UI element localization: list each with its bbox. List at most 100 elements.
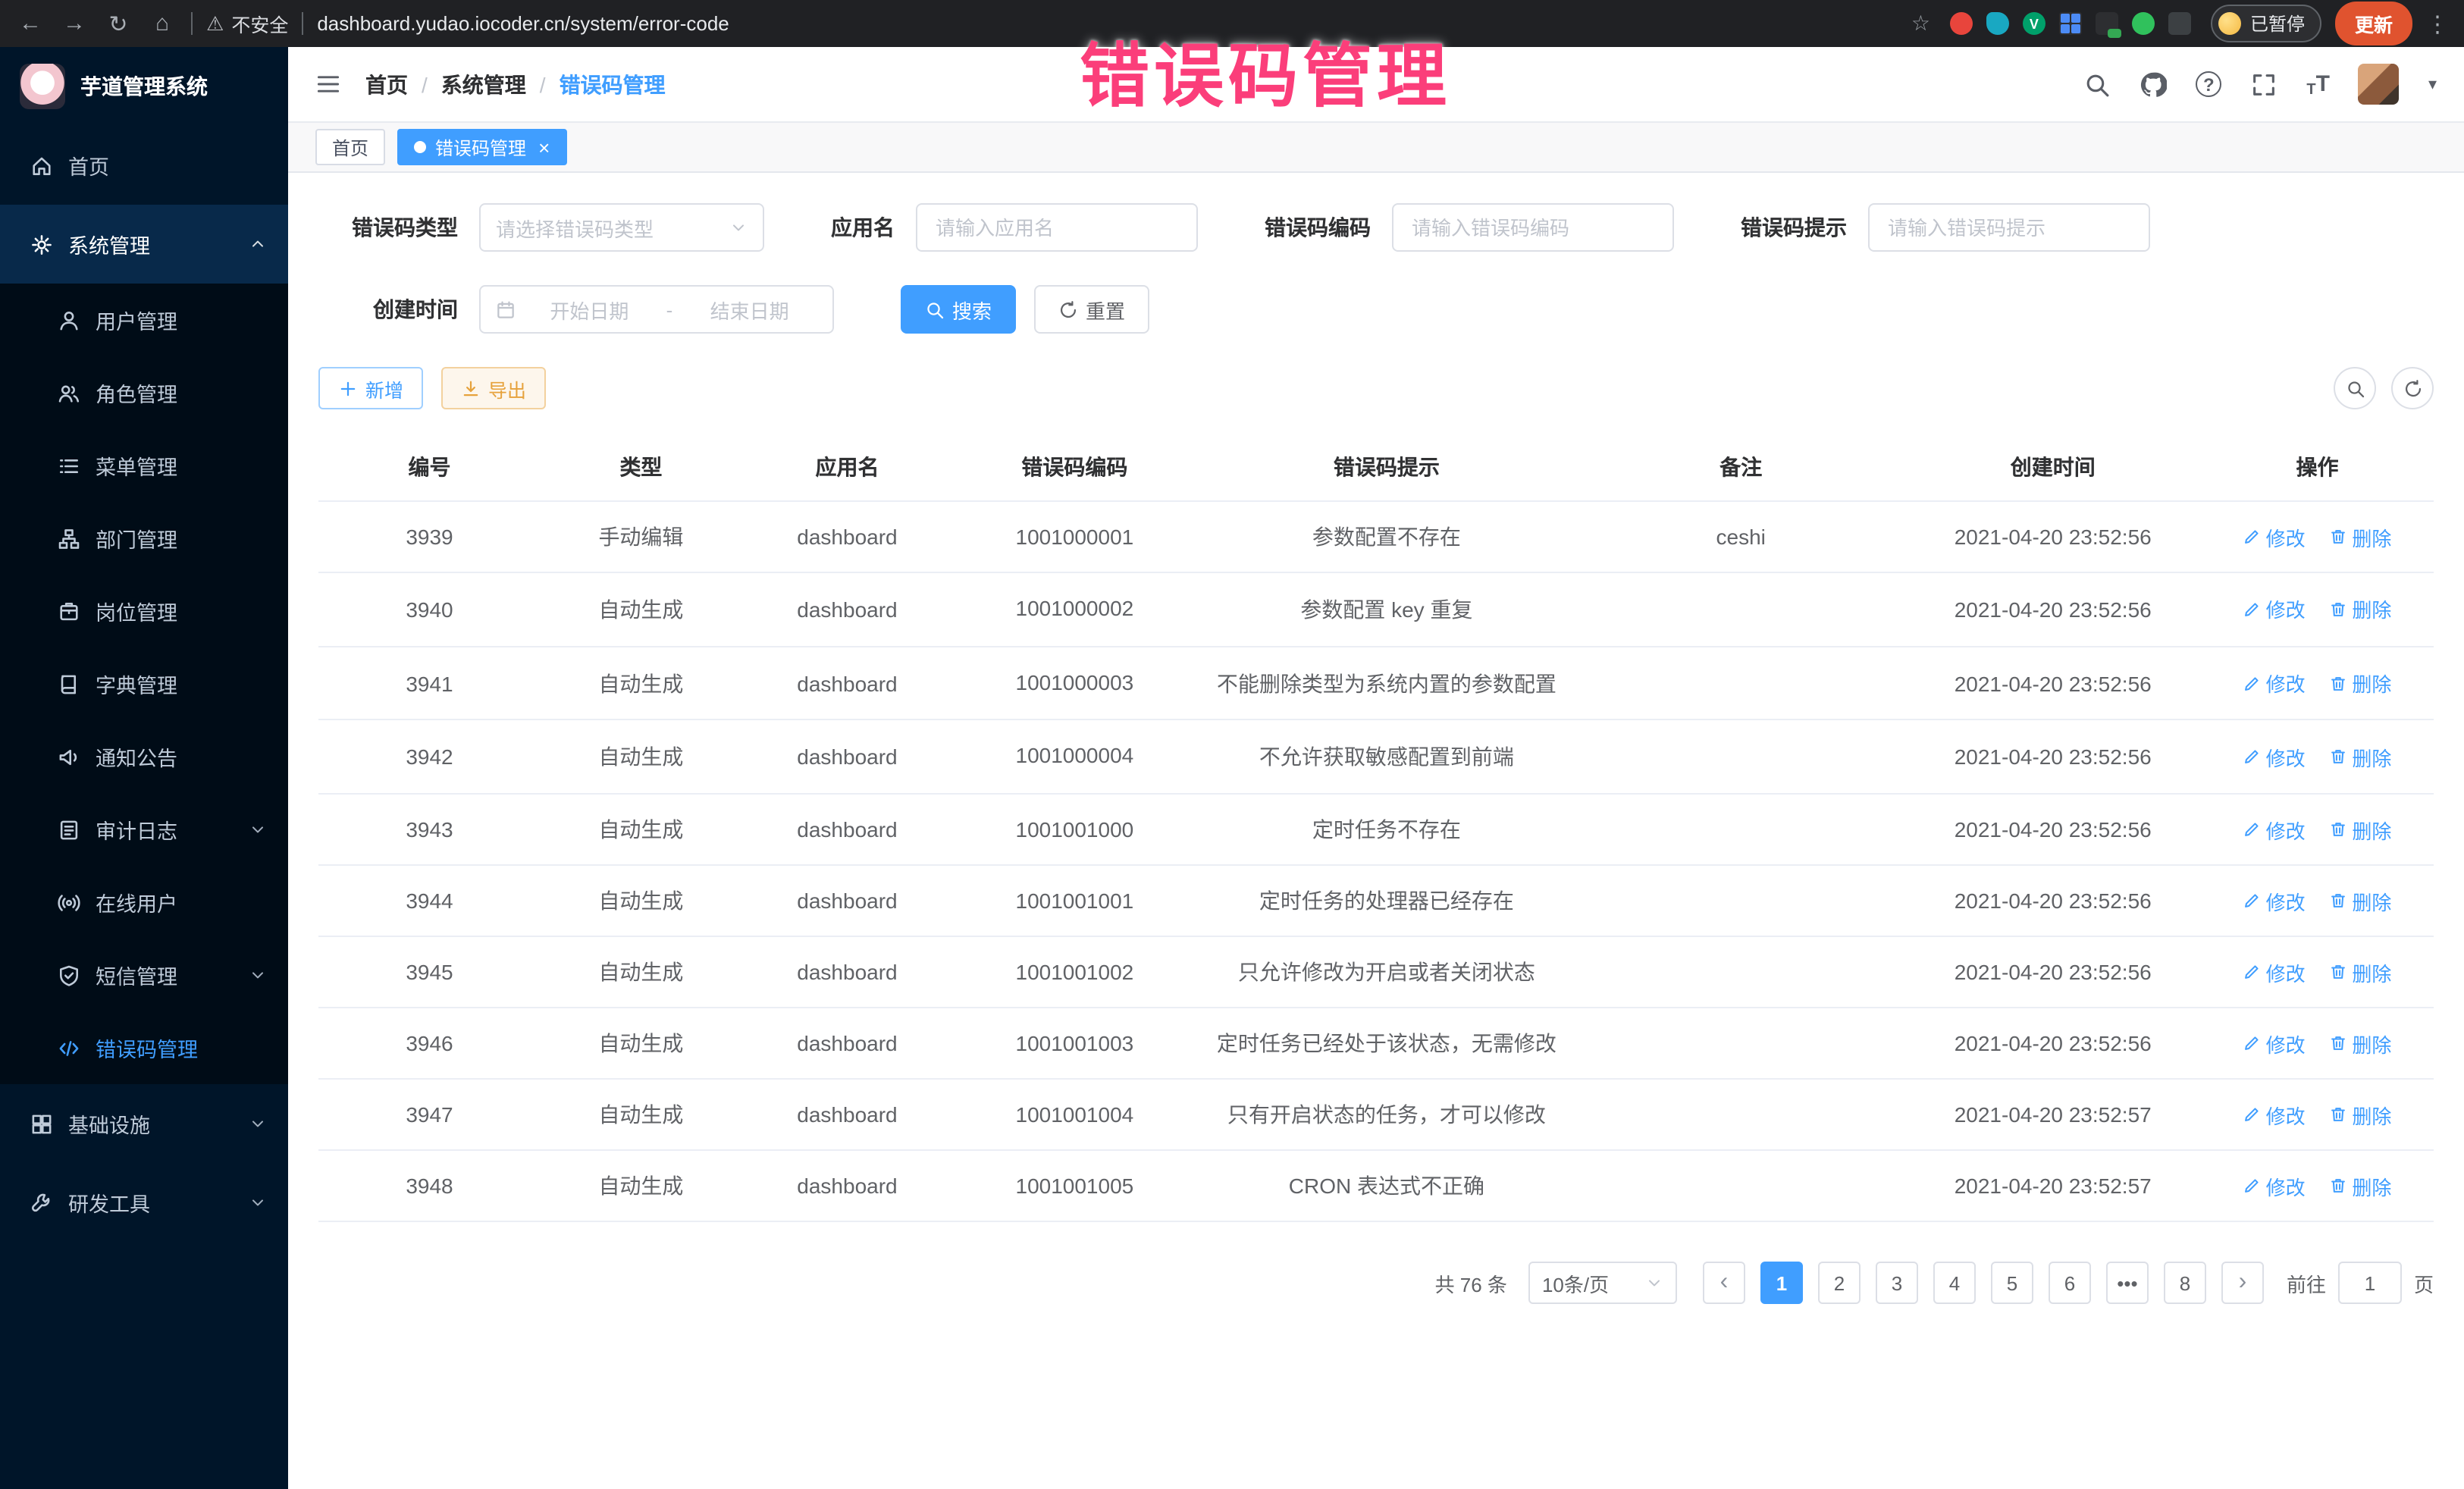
delete-link[interactable]: 删除 (2329, 815, 2391, 844)
search-button[interactable]: 搜索 (901, 285, 1016, 334)
edit-link[interactable]: 修改 (2243, 886, 2306, 915)
goto-page-input[interactable] (2338, 1262, 2402, 1304)
breadcrumb: 首页 / 系统管理 / 错误码管理 (365, 69, 666, 99)
page-button-3[interactable]: 3 (1876, 1262, 1918, 1304)
page-button-1[interactable]: 1 (1760, 1262, 1803, 1304)
logo[interactable]: 芋道管理系统 (0, 47, 288, 126)
delete-link[interactable]: 删除 (2329, 1029, 2391, 1058)
sidebar-item-dev-tools[interactable]: 研发工具 (0, 1163, 288, 1242)
delete-link[interactable]: 删除 (2329, 595, 2391, 624)
edit-link[interactable]: 修改 (2243, 958, 2306, 986)
refresh-icon[interactable]: ↻ (103, 10, 133, 37)
github-icon[interactable] (2140, 71, 2167, 98)
error-hint-input[interactable] (1868, 203, 2150, 252)
extension-icon-6[interactable] (2132, 12, 2155, 35)
sidebar-item-system[interactable]: 系统管理 (0, 205, 288, 284)
extension-icon-1[interactable] (1950, 12, 1973, 35)
sidebar-item-dict[interactable]: 字典管理 (0, 647, 288, 720)
browser-menu-icon[interactable]: ⋮ (2426, 10, 2449, 37)
address-bar[interactable]: dashboard.yudao.iocoder.cn/system/error-… (317, 12, 729, 35)
delete-link[interactable]: 删除 (2329, 522, 2391, 551)
main-area: 首页 / 系统管理 / 错误码管理 ? TT ▾ 首页 (288, 47, 2464, 1489)
chevron-down-icon[interactable]: ▾ (2428, 74, 2437, 94)
back-icon[interactable]: ← (15, 11, 45, 36)
delete-link[interactable]: 删除 (2329, 1100, 2391, 1129)
paused-badge[interactable]: 已暂停 (2211, 5, 2321, 42)
edit-link[interactable]: 修改 (2243, 1171, 2306, 1200)
add-button[interactable]: 新增 (318, 367, 423, 409)
reset-button[interactable]: 重置 (1034, 285, 1149, 334)
cell-app: dashboard (741, 865, 953, 936)
page-more-button[interactable]: ••• (2106, 1262, 2149, 1304)
delete-link[interactable]: 删除 (2329, 742, 2391, 771)
extension-icon-2[interactable] (1986, 12, 2009, 35)
cell-remark (1577, 572, 1904, 646)
sidebar-item-infra[interactable]: 基础设施 (0, 1084, 288, 1163)
edit-link[interactable]: 修改 (2243, 1100, 2306, 1129)
page-button-6[interactable]: 6 (2049, 1262, 2091, 1304)
sidebar-item-audit-log[interactable]: 审计日志 (0, 793, 288, 866)
page-button-8[interactable]: 8 (2164, 1262, 2206, 1304)
edit-link[interactable]: 修改 (2243, 815, 2306, 844)
delete-link[interactable]: 删除 (2329, 669, 2391, 697)
breadcrumb-home[interactable]: 首页 (365, 69, 408, 99)
extension-icon-7[interactable] (2168, 12, 2191, 35)
edit-link[interactable]: 修改 (2243, 742, 2306, 771)
delete-link[interactable]: 删除 (2329, 886, 2391, 915)
search-icon[interactable] (2083, 71, 2111, 98)
bookmark-star-icon[interactable]: ☆ (1911, 11, 1930, 36)
extension-icon-4[interactable] (2059, 12, 2082, 35)
home-icon[interactable]: ⌂ (147, 11, 177, 36)
font-size-icon[interactable]: TT (2306, 71, 2330, 98)
tab-error-code[interactable]: 错误码管理 × (397, 129, 566, 165)
prev-page-button[interactable]: ‹ (1703, 1262, 1745, 1304)
app-name-input[interactable] (916, 203, 1198, 252)
breadcrumb-system[interactable]: 系统管理 (441, 69, 526, 99)
collapse-sidebar-icon[interactable] (315, 71, 341, 97)
sidebar-item-sms[interactable]: 短信管理 (0, 939, 288, 1011)
forward-icon[interactable]: → (59, 11, 89, 36)
date-range-picker[interactable]: 开始日期 - 结束日期 (479, 285, 834, 334)
page-button-5[interactable]: 5 (1991, 1262, 2033, 1304)
sidebar-item-online-user[interactable]: 在线用户 (0, 866, 288, 939)
sidebar-item-user[interactable]: 用户管理 (0, 284, 288, 356)
refresh-icon (2403, 378, 2422, 398)
error-type-select[interactable]: 请选择错误码类型 (479, 203, 764, 252)
edit-link[interactable]: 修改 (2243, 669, 2306, 697)
user-avatar[interactable] (2359, 64, 2400, 105)
sidebar-item-home[interactable]: 首页 (0, 126, 288, 205)
delete-link[interactable]: 删除 (2329, 958, 2391, 986)
sidebar-item-menu[interactable]: 菜单管理 (0, 429, 288, 502)
create-time-label: 创建时间 (318, 294, 458, 324)
help-icon[interactable]: ? (2196, 71, 2221, 97)
page-button-4[interactable]: 4 (1933, 1262, 1976, 1304)
fullscreen-icon[interactable] (2250, 71, 2277, 98)
edit-link[interactable]: 修改 (2243, 522, 2306, 551)
sidebar-item-role[interactable]: 角色管理 (0, 356, 288, 429)
toggle-search-button[interactable] (2334, 367, 2376, 409)
page-button-2[interactable]: 2 (1818, 1262, 1861, 1304)
next-page-button[interactable]: › (2221, 1262, 2264, 1304)
tab-home[interactable]: 首页 (315, 129, 385, 165)
cell-app: dashboard (741, 1150, 953, 1221)
column-header: 错误码编码 (953, 434, 1196, 501)
sidebar-item-dept[interactable]: 部门管理 (0, 502, 288, 575)
column-header: 应用名 (741, 434, 953, 501)
browser-update-button[interactable]: 更新 (2335, 2, 2412, 45)
sidebar-item-error-code[interactable]: 错误码管理 (0, 1011, 288, 1084)
sidebar-item-notice[interactable]: 通知公告 (0, 720, 288, 793)
table-row: 3941 自动生成 dashboard 1001000003 不能删除类型为系统… (318, 646, 2434, 719)
close-icon[interactable]: × (538, 137, 550, 157)
security-chip[interactable]: ⚠ 不安全 (206, 9, 288, 38)
edit-link[interactable]: 修改 (2243, 1029, 2306, 1058)
error-code-input[interactable] (1392, 203, 1674, 252)
delete-link[interactable]: 删除 (2329, 1171, 2391, 1200)
sidebar-item-post[interactable]: 岗位管理 (0, 575, 288, 647)
cell-code: 1001001001 (953, 865, 1196, 936)
edit-link[interactable]: 修改 (2243, 595, 2306, 624)
extension-icon-5[interactable] (2096, 12, 2118, 35)
page-size-select[interactable]: 10条/页 (1528, 1262, 1677, 1304)
refresh-table-button[interactable] (2391, 367, 2434, 409)
export-button[interactable]: 导出 (441, 367, 546, 409)
extension-icon-3[interactable]: V (2023, 12, 2045, 35)
